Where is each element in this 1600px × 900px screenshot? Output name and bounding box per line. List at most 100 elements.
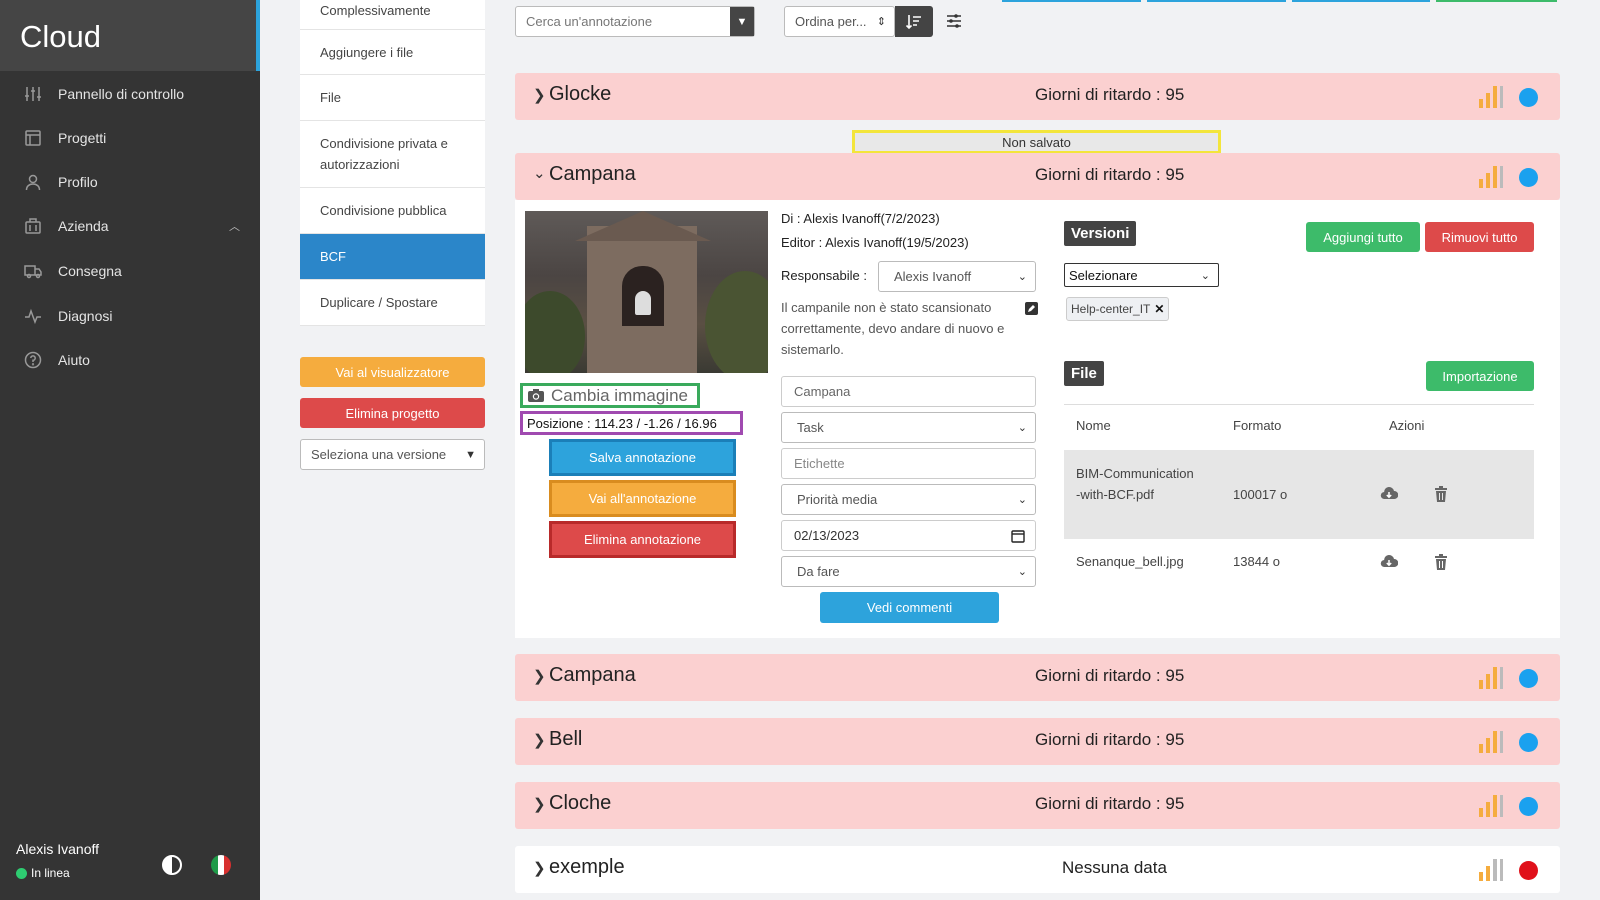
delete-annotation-button[interactable]: Elimina annotazione [549,521,736,558]
save-annotation-button[interactable]: Salva annotazione [549,439,736,476]
menu-item-public-sharing[interactable]: Condivisione pubblica [300,188,485,234]
add-all-button[interactable]: Aggiungi tutto [1306,222,1420,252]
menu-item-duplicate-move[interactable]: Duplicare / Spostare [300,280,485,326]
chevron-down-icon[interactable]: ▼ [730,7,754,36]
menu-item-label: Condivisione privata e autorizzazioni [320,136,448,172]
sidebar-item-help[interactable]: Aiuto [0,344,256,376]
status-dot [1519,168,1538,187]
chevron-down-icon: ▼ [465,448,476,461]
annotation-snapshot-image[interactable] [525,211,768,373]
file-size: 13844 o [1233,554,1280,569]
annotation-description: Il campanile non è stato scansionato cor… [781,300,1005,357]
search-placeholder: Cerca un'annotazione [526,14,653,29]
menu-item-add-files[interactable]: Aggiungere i file [300,30,485,75]
sort-desc-icon [905,14,921,29]
file-size: 100017 o [1233,487,1288,502]
topic-header[interactable]: ❯ Cloche Giorni di ritardo : 95 [515,782,1560,829]
assignee-value: Alexis Ivanoff [894,269,972,284]
topic-header[interactable]: ❯ Glocke Giorni di ritardo : 95 [515,73,1560,120]
sidebar-item-label: Consegna [58,263,122,279]
type-value: Task [797,420,824,435]
view-comments-button[interactable]: Vedi commenti [820,592,999,623]
topic-header-expanded[interactable]: ⌄ Campana Giorni di ritardo : 95 [515,153,1560,200]
sidebar-item-diagnosis[interactable]: Diagnosi [0,300,256,332]
sidebar-item-label: Profilo [58,174,98,190]
sort-select-value: Ordina per... [795,14,867,29]
sidebar: Cloud Pannello di controllo Progetti Pro… [0,0,260,900]
topic-title: Cloche [549,792,612,814]
type-select[interactable]: Task ⌄ [781,412,1036,443]
topic-header[interactable]: ❯ Bell Giorni di ritardo : 95 [515,718,1560,765]
menu-item-files[interactable]: File [300,75,485,121]
assignee-select[interactable]: Alexis Ivanoff ⌄ [878,261,1036,292]
status-dot [1519,88,1538,107]
remove-all-button[interactable]: Rimuovi tutto [1425,222,1534,252]
chevron-down-icon: ⌄ [1017,566,1027,578]
topic-delay: Giorni di ritardo : 95 [1035,85,1185,104]
brand-logo[interactable]: Cloud [0,0,260,71]
menu-item-private-sharing[interactable]: Condivisione privata e autorizzazioni [300,121,485,188]
search-annotation-input[interactable]: Cerca un'annotazione ▼ [515,6,755,37]
building-icon [25,218,41,234]
filter-sliders-icon [947,14,961,28]
menu-item-bcf[interactable]: BCF [300,234,485,280]
topic-header[interactable]: ❯ exemple Nessuna data [515,846,1560,893]
edit-pencil-icon [1028,305,1035,312]
files-header: File [1064,361,1104,386]
sidebar-item-dashboard[interactable]: Pannello di controllo [0,78,256,110]
chevron-right-icon: ❯ [533,668,546,685]
column-header-format: Formato [1233,418,1282,433]
download-cloud-icon[interactable] [1380,553,1398,571]
pulse-icon [25,308,41,325]
topic-delay: Giorni di ritardo : 95 [1035,794,1185,813]
topic-title: exemple [549,856,625,878]
topic-delay: Nessuna data [1062,858,1167,877]
import-button[interactable]: Importazione [1426,361,1534,391]
download-cloud-icon[interactable] [1380,485,1398,503]
change-image-button[interactable]: Cambia immagine [520,383,700,408]
version-select[interactable]: Seleziona una versione ▼ [300,439,485,470]
go-to-annotation-button[interactable]: Vai all'annotazione [549,480,736,517]
menu-item-overview[interactable]: Complessivamente [300,0,485,30]
topic-title: Campana [549,163,636,185]
delete-project-button[interactable]: Elimina progetto [300,398,485,428]
file-name: Senanque_bell.jpg [1076,554,1184,569]
column-header-name: Nome [1076,418,1111,433]
user-name: Alexis Ivanoff [16,841,100,857]
bell-shape [635,291,651,315]
sidebar-item-label: Aiuto [58,352,90,368]
trash-icon[interactable] [1432,553,1450,571]
go-to-viewer-button[interactable]: Vai al visualizzatore [300,357,485,387]
column-header-actions: Azioni [1389,418,1425,433]
remove-tag-icon[interactable]: ✕ [1154,302,1164,316]
topic-header[interactable]: ❯ Campana Giorni di ritardo : 95 [515,654,1560,701]
labels-field[interactable]: Etichette [781,448,1036,479]
annotation-title-field[interactable]: Campana [781,376,1036,407]
version-select-value: Seleziona una versione [311,447,447,462]
chevron-down-icon: ⌄ [1200,269,1210,282]
contrast-toggle-icon[interactable] [162,855,182,875]
sidebar-item-profile[interactable]: Profilo [0,166,256,198]
chevron-down-icon: ⌄ [1017,422,1027,434]
due-date-field[interactable]: 02/13/2023 [781,520,1036,551]
sidebar-item-company[interactable]: Azienda ︿ [0,210,256,242]
edit-description-button[interactable] [1025,302,1038,315]
user-icon [25,174,41,191]
sort-caret-icon: ⇕ [876,16,886,28]
menu-item-label: Complessivamente [320,3,431,18]
italian-flag-icon[interactable] [211,855,231,875]
filter-settings-button[interactable] [945,12,963,30]
topic-delay: Giorni di ritardo : 95 [1035,666,1185,685]
priority-select[interactable]: Priorità media ⌄ [781,484,1036,515]
trash-icon[interactable] [1432,485,1450,503]
sort-select[interactable]: Ordina per... ⇕ [784,6,895,37]
calendar-icon[interactable] [1011,529,1025,543]
unsaved-indicator: Non salvato [852,130,1221,154]
sort-direction-button[interactable] [895,6,933,37]
sidebar-item-delivery[interactable]: Consegna [0,255,256,287]
menu-item-label: BCF [320,249,346,264]
online-dot-icon [16,867,27,879]
sidebar-item-projects[interactable]: Progetti [0,122,256,154]
status-select[interactable]: Da fare ⌄ [781,556,1036,587]
version-tag-select[interactable]: Selezionare ⌄ [1064,263,1219,287]
